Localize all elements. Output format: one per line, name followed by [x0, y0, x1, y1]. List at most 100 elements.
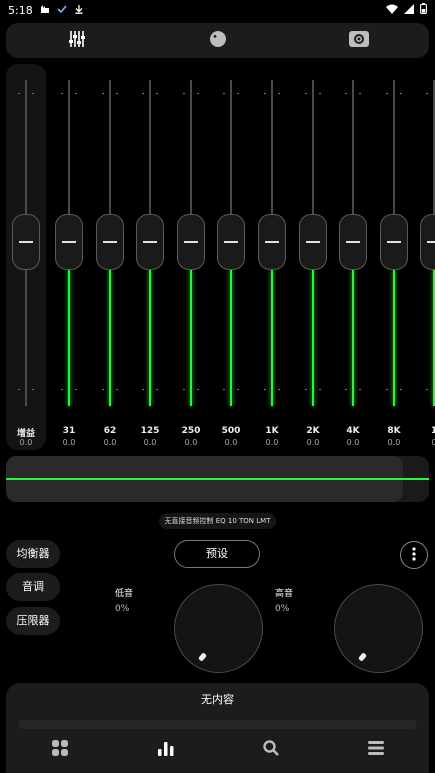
eq-band-slider[interactable]: 4K 0.0 [333, 64, 373, 450]
eq-band-slider[interactable]: 31 0.0 [49, 64, 89, 450]
eq-band-frequency: 1K [265, 426, 279, 436]
tick-mark [75, 93, 77, 94]
eq-band-knob[interactable] [96, 214, 124, 270]
eq-band-knob[interactable] [177, 214, 205, 270]
preset-button[interactable]: 预设 [174, 540, 260, 568]
eq-band-frequency: 8K [387, 426, 401, 436]
tick-mark [386, 389, 388, 390]
eq-band-frequency: 250 [181, 426, 201, 436]
tick-mark [359, 389, 361, 390]
eq-band-knob[interactable] [136, 214, 164, 270]
gain-slider[interactable]: 增益 0.0 [6, 64, 46, 450]
eq-band-fill [149, 270, 151, 406]
tick-mark [197, 389, 199, 390]
tick-mark [305, 93, 307, 94]
now-playing-text: 无内容 [201, 693, 234, 706]
tick-mark [264, 93, 266, 94]
eq-band-value: 0.0 [62, 438, 76, 447]
tone-button[interactable]: 音调 [6, 573, 60, 601]
eq-band-knob[interactable] [380, 214, 408, 270]
tick-mark [102, 93, 104, 94]
eq-band-slider[interactable]: 2K 0.0 [293, 64, 333, 450]
eq-band-slider[interactable]: 250 0.0 [171, 64, 211, 450]
treble-label: 高音 [275, 589, 294, 599]
app-notification-icon [40, 4, 50, 17]
more-options-button[interactable] [400, 541, 428, 569]
sliders-icon [68, 30, 86, 52]
limiter-button[interactable]: 压限器 [6, 607, 60, 635]
eq-band-value: 0.0 [306, 438, 320, 447]
equalizer-button[interactable]: 均衡器 [6, 540, 60, 568]
nav-menu-button[interactable] [364, 740, 388, 760]
battery-icon [420, 3, 427, 17]
nav-eq-button[interactable] [154, 740, 178, 760]
eq-band-value: 0.0 [143, 438, 157, 447]
bass-value: 0% [115, 604, 130, 614]
treble-value: 0% [275, 604, 290, 614]
tick-mark [183, 389, 185, 390]
tick-mark [426, 389, 428, 390]
gain-knob[interactable] [12, 214, 40, 270]
tick-mark [18, 389, 20, 390]
eq-band-fill [68, 270, 70, 406]
eq-band-value: 0.0 [224, 438, 238, 447]
eq-band-slider[interactable]: 62 0.0 [90, 64, 130, 450]
search-icon [262, 739, 280, 761]
dial-indicator [358, 652, 367, 662]
bass-dial[interactable] [174, 584, 263, 673]
eq-band-fill [352, 270, 354, 406]
playback-progress[interactable] [18, 720, 417, 729]
eq-band-knob[interactable] [258, 214, 286, 270]
tick-mark [156, 389, 158, 390]
eq-band-knob[interactable] [55, 214, 83, 270]
tick-mark [400, 93, 402, 94]
eq-band-slider[interactable]: 10 [414, 64, 435, 450]
eq-band-value: 0.0 [103, 438, 117, 447]
tick-mark [183, 93, 185, 94]
eq-band-frequency: 2K [306, 426, 320, 436]
tick-mark [142, 389, 144, 390]
eq-band-slider[interactable]: 500 0.0 [211, 64, 251, 450]
spectrum-bar [6, 456, 429, 502]
eq-band-knob[interactable] [339, 214, 367, 270]
eq-band-frequency: 62 [103, 426, 117, 436]
tick-mark [75, 389, 77, 390]
wifi-icon [386, 4, 398, 17]
eq-band-knob[interactable] [299, 214, 327, 270]
tick-mark [345, 93, 347, 94]
eq-band-slider[interactable]: 8K 0.0 [374, 64, 414, 450]
status-time: 5:18 [8, 3, 33, 17]
knob-icon [209, 30, 227, 52]
bass-label: 低音 [115, 589, 134, 599]
eq-band-fill [271, 270, 273, 406]
eq-band-knob[interactable] [420, 214, 435, 270]
eq-band-frequency: 4K [346, 426, 360, 436]
eq-band-slider[interactable]: 125 0.0 [130, 64, 170, 450]
tick-mark [116, 389, 118, 390]
tab-equalizer[interactable] [6, 23, 147, 58]
bottom-player-panel: 无内容 [6, 683, 429, 773]
tab-tone[interactable] [147, 23, 288, 58]
eq-band-fill [109, 270, 111, 406]
tick-mark [359, 93, 361, 94]
tick-mark [156, 93, 158, 94]
tick-mark [426, 93, 428, 94]
tab-surround[interactable] [288, 23, 429, 58]
nav-apps-button[interactable] [48, 740, 72, 760]
tick-mark [400, 389, 402, 390]
nav-search-button[interactable] [259, 740, 283, 760]
tick-mark [223, 93, 225, 94]
eq-band-value: 0 [431, 438, 435, 447]
tick-mark [345, 389, 347, 390]
bars-icon [157, 739, 175, 761]
eq-band-slider[interactable]: 1K 0.0 [252, 64, 292, 450]
dial-indicator [198, 652, 207, 662]
gain-value: 0.0 [19, 438, 33, 447]
tick-mark [278, 93, 280, 94]
tick-mark [237, 93, 239, 94]
eq-band-frequency: 500 [221, 426, 241, 436]
eq-band-fill [393, 270, 395, 406]
tick-mark [319, 389, 321, 390]
treble-dial[interactable] [334, 584, 423, 673]
eq-band-knob[interactable] [217, 214, 245, 270]
